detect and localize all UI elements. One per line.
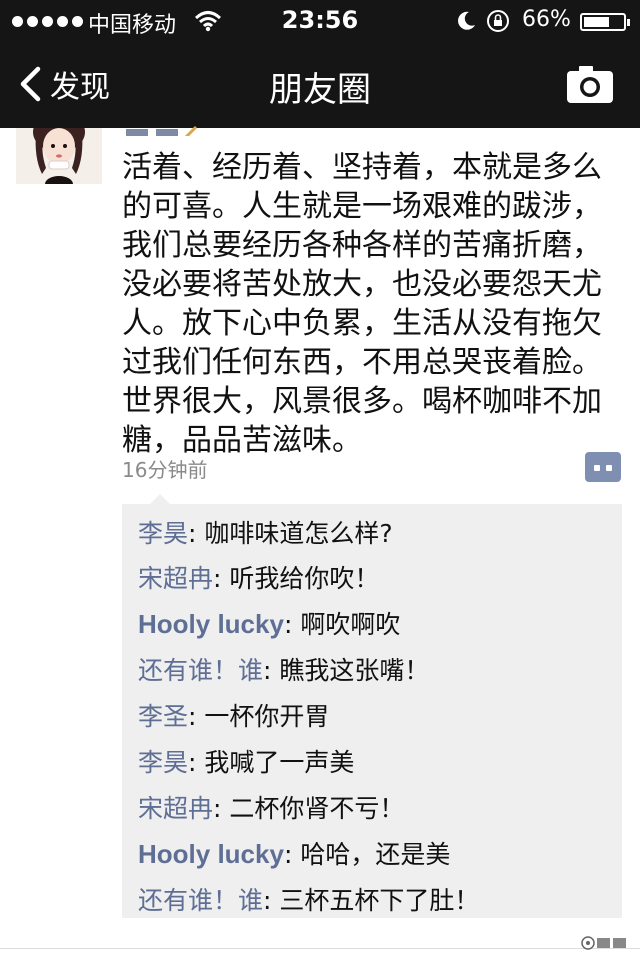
comment-item[interactable]: 还有谁！谁: 三杯五杯下了肚！ xyxy=(138,881,479,917)
battery-fill xyxy=(584,17,609,27)
commenter-name[interactable]: 还有谁！谁 xyxy=(138,656,263,685)
commenter-name[interactable]: Hooly lucky xyxy=(138,609,284,639)
comment-item[interactable]: 宋超冉: 听我给你吹！ xyxy=(138,559,379,595)
comment-item[interactable]: 李昊: 咖啡味道怎么样? xyxy=(138,514,393,550)
comment-text: 啊吹啊吹 xyxy=(300,610,401,639)
orientation-lock-icon xyxy=(487,10,509,32)
comment-item[interactable]: 宋超冉: 二杯你肾不亏！ xyxy=(138,789,404,825)
comment-text: 一杯你开胃 xyxy=(204,702,330,731)
camera-icon[interactable] xyxy=(566,66,614,104)
comment-text: 咖啡味道怎么样? xyxy=(204,519,393,548)
post-line: 活着、经历着、坚持着，本就是多么 xyxy=(122,150,602,185)
avatar[interactable] xyxy=(16,128,102,184)
comment-text: 哈哈，还是美 xyxy=(300,840,451,869)
battery-percent: 66% xyxy=(522,7,571,32)
watermark xyxy=(580,934,628,956)
comment-item[interactable]: 还有谁！谁: 瞧我这张嘴！ xyxy=(138,651,429,687)
author-name-partial xyxy=(124,116,214,136)
commenter-name[interactable]: 宋超冉 xyxy=(138,794,213,823)
post-line: 没必要将苦处放大，也没必要怨天尤 xyxy=(122,267,602,302)
comment-menu-button[interactable] xyxy=(585,452,621,482)
divider xyxy=(0,948,640,949)
comment-item[interactable]: Hooly lucky: 啊吹啊吹 xyxy=(138,605,400,641)
comment-text: 瞧我这张嘴！ xyxy=(279,656,430,685)
post-line: 过我们任何东西，不用总哭丧着脸。 xyxy=(122,345,602,380)
comment-text: 三杯五杯下了肚！ xyxy=(279,886,480,915)
commenter-name[interactable]: 宋超冉 xyxy=(138,564,213,593)
comment-item[interactable]: Hooly lucky: 哈哈，还是美 xyxy=(138,835,450,871)
battery-icon xyxy=(580,13,630,31)
post-line: 世界很大，风景很多。喝杯咖啡不加 xyxy=(122,384,602,419)
do-not-disturb-icon xyxy=(458,11,475,30)
post-text: 活着、经历着、坚持着，本就是多么 的可喜。人生就是一场艰难的跋涉， 我们总要经历… xyxy=(122,148,622,460)
comment-text: 我喊了一声美 xyxy=(204,748,355,777)
comment-text: 听我给你吹！ xyxy=(229,564,380,593)
comment-item[interactable]: 李昊: 我喊了一声美 xyxy=(138,743,354,779)
page-title: 朋友圈 xyxy=(269,70,371,110)
navigation-bar: 发现 朋友圈 xyxy=(0,42,640,128)
comment-list: 李昊: 咖啡味道怎么样? 宋超冉: 听我给你吹！ Hooly lucky: 啊吹… xyxy=(122,494,622,918)
post-timestamp: 16分钟前 xyxy=(122,458,208,482)
post-line: 的可喜。人生就是一场艰难的跋涉， xyxy=(122,189,602,224)
post-line: 人。放下心中负累，生活从没有拖欠 xyxy=(122,306,602,341)
post-line: 我们总要经历各种各样的苦痛折磨， xyxy=(122,228,602,263)
comment-item[interactable]: 李圣: 一杯你开胃 xyxy=(138,697,329,733)
commenter-name[interactable]: 还有谁！谁 xyxy=(138,886,263,915)
commenter-name[interactable]: 李圣 xyxy=(138,702,188,731)
commenter-name[interactable]: 李昊 xyxy=(138,519,188,548)
commenter-name[interactable]: Hooly lucky xyxy=(138,839,284,869)
status-bar: 中国移动 23:56 66% xyxy=(0,0,640,42)
comment-text: 二杯你肾不亏！ xyxy=(229,794,405,823)
commenter-name[interactable]: 李昊 xyxy=(138,748,188,777)
